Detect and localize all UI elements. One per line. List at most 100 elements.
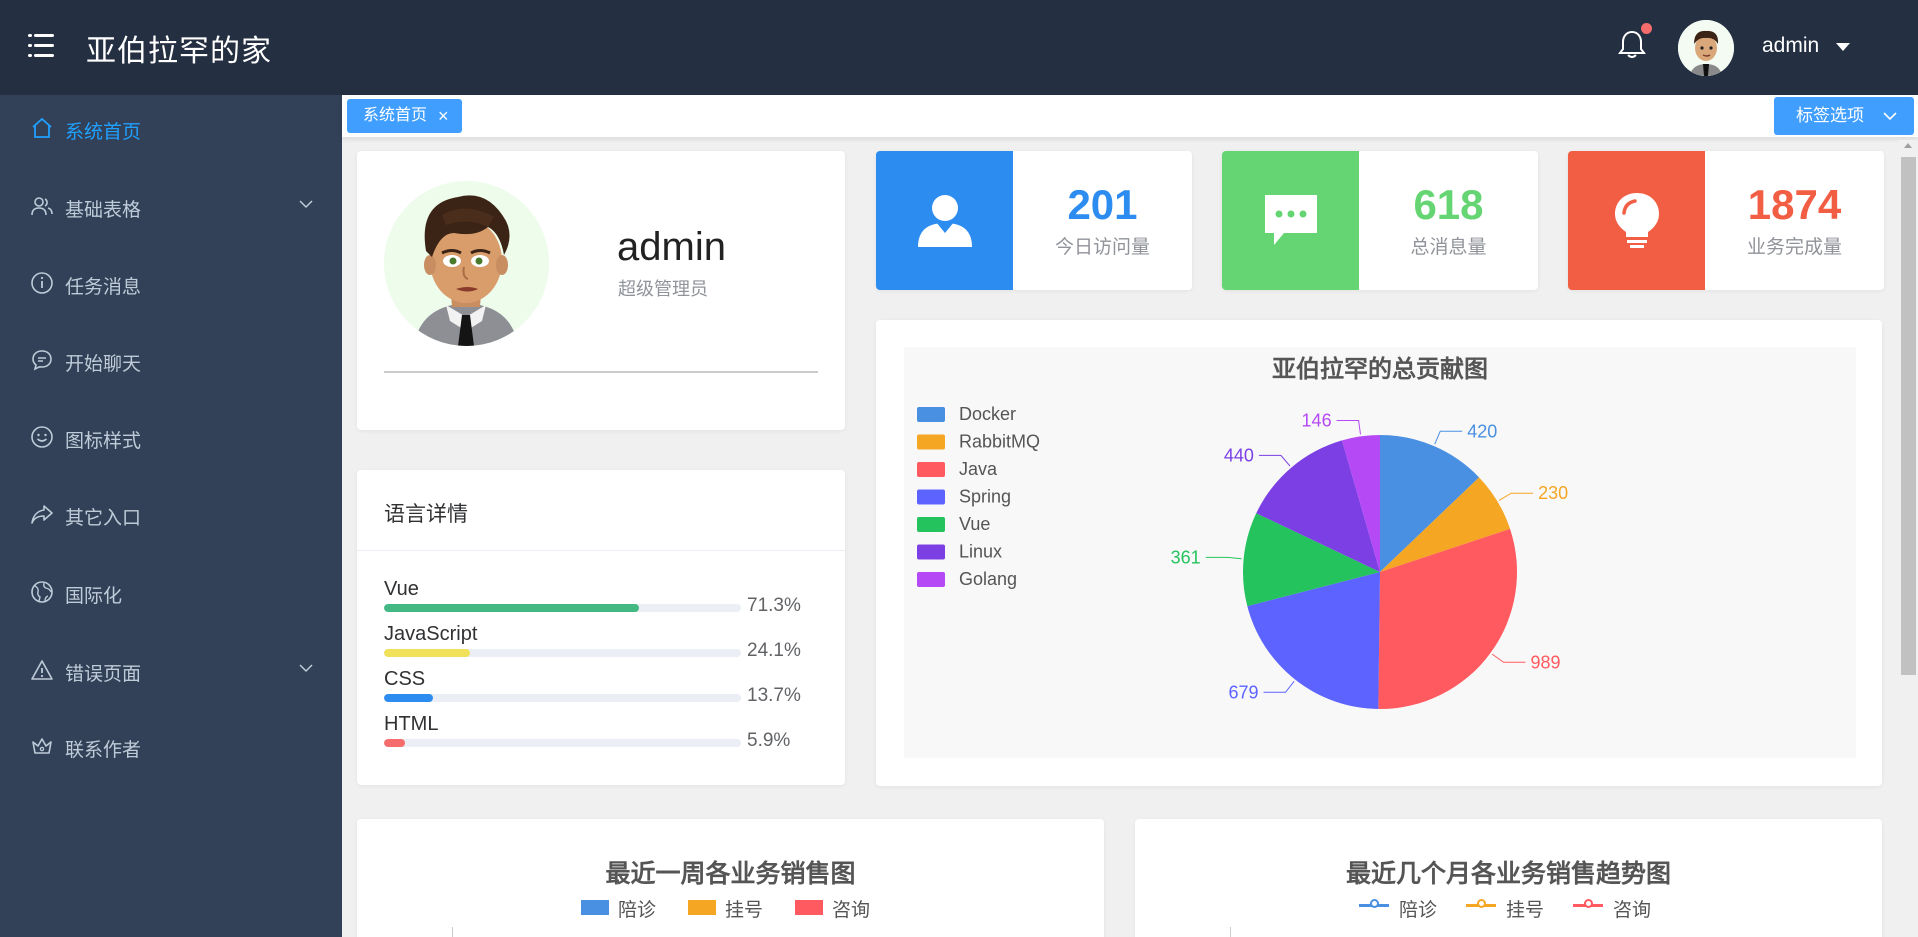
pie-value-label: 989: [1531, 652, 1561, 672]
legend-label[interactable]: Spring: [959, 487, 1011, 507]
app-title: 亚伯拉罕的家: [86, 35, 272, 68]
home-icon: [32, 117, 52, 138]
legend-line: [1359, 899, 1389, 908]
notification-badge: [1641, 23, 1652, 34]
sidebar-item-label: 系统首页: [65, 122, 142, 143]
stat-label: 业务完成量: [1746, 237, 1842, 258]
legend-swatch[interactable]: [917, 462, 945, 477]
users-icon: [31, 197, 53, 216]
sidebar-item-errors[interactable]: 错误页面: [0, 640, 342, 700]
chevron-down-icon: [299, 200, 313, 209]
sidebar-item-label: 开始聊天: [65, 354, 142, 375]
language-details-card: 语言详情 Vue 71.3% JavaScript 24.1% CSS 13.7…: [357, 470, 845, 785]
sidebar-item-messages[interactable]: 任务消息: [0, 253, 342, 313]
pie-label-line: [1491, 653, 1526, 663]
stat-icon-box: [876, 151, 1013, 290]
legend-label[interactable]: Linux: [959, 542, 1002, 562]
scrollbar-thumb[interactable]: [1901, 157, 1916, 675]
stat-value: 1874: [1747, 181, 1842, 228]
sidebar-item-i18n[interactable]: 国际化: [0, 562, 342, 622]
progress-track: [384, 604, 741, 612]
pie-value-label: 440: [1224, 445, 1254, 465]
legend-swatch[interactable]: [917, 407, 945, 422]
sidebar-item-chat[interactable]: 开始聊天: [0, 330, 342, 390]
scroll-up-arrow-icon[interactable]: [1904, 143, 1912, 148]
top-header: 亚伯拉罕的家 admin: [0, 0, 1918, 95]
username-dropdown[interactable]: admin: [1762, 34, 1819, 58]
legend-label[interactable]: RabbitMQ: [959, 432, 1040, 452]
pie-value-label: 420: [1467, 421, 1497, 441]
legend-line: [1466, 899, 1496, 908]
legend-label[interactable]: Docker: [959, 404, 1016, 424]
stat-value: 618: [1413, 181, 1484, 228]
pie-chart-area: 亚伯拉罕的总贡献图 420 Docker 230 RabbitMQ 989 Java 679…: [904, 347, 1856, 758]
progress-fill: [384, 649, 471, 657]
menu-collapse-icon[interactable]: [28, 34, 54, 58]
stat-icon-box: [1222, 151, 1359, 290]
y-axis: [452, 927, 453, 937]
legend-swatch[interactable]: [917, 544, 945, 560]
chevron-down-icon: [1883, 112, 1897, 121]
language-name: HTML: [384, 713, 439, 735]
stat-card-completed: 1874 业务完成量: [1568, 151, 1884, 290]
chevron-down-icon: [299, 664, 313, 673]
tag-options-label: 标签选项: [1796, 106, 1864, 125]
progress-track: [384, 739, 741, 747]
language-percent: 71.3%: [747, 595, 801, 616]
sidebar-item-label: 错误页面: [65, 664, 142, 685]
stat-label: 今日访问量: [1054, 237, 1150, 258]
sidebar-item-label: 其它入口: [65, 508, 142, 529]
sidebar-item-label: 基础表格: [65, 200, 142, 221]
header-avatar[interactable]: [1678, 20, 1734, 76]
legend-swatch: [581, 900, 609, 915]
legend-label[interactable]: Java: [959, 459, 998, 479]
chart-title: 亚伯拉罕的总贡献图: [1272, 355, 1488, 383]
sidebar-item-tables[interactable]: 基础表格: [0, 176, 342, 236]
chart-legend: 陪诊 挂号 咨询: [357, 895, 1104, 921]
legend-marker: [1584, 899, 1593, 908]
legend-swatch[interactable]: [917, 434, 945, 450]
legend-label[interactable]: Vue: [959, 514, 990, 534]
y-axis: [1230, 927, 1231, 937]
legend-swatch[interactable]: [917, 517, 945, 532]
stat-card-messages: 618 总消息量: [1222, 151, 1538, 290]
legend-swatch: [688, 900, 716, 915]
divider: [357, 550, 845, 551]
pie-label-line: [1263, 680, 1295, 693]
chart-legend: 陪诊 挂号 咨询: [1135, 895, 1882, 921]
legend-marker: [1370, 899, 1379, 908]
sidebar-item-contact[interactable]: 联系作者: [0, 716, 342, 776]
legend-label[interactable]: Golang: [959, 569, 1017, 589]
monthly-trend-line-card: 最近几个月各业务销售趋势图 陪诊 挂号 咨询: [1135, 819, 1882, 937]
tag-options-dropdown[interactable]: 标签选项: [1774, 97, 1914, 135]
legend-swatch[interactable]: [917, 572, 945, 587]
chat-icon: [32, 350, 52, 371]
pie-value-label: 230: [1538, 483, 1568, 503]
user-icon: [918, 195, 972, 247]
legend-label: 挂号: [725, 900, 764, 921]
pie-value-label: 679: [1228, 682, 1258, 702]
legend-swatch[interactable]: [917, 489, 945, 505]
lightbulb-icon: [1615, 193, 1659, 248]
sidebar-item-label: 国际化: [65, 586, 123, 607]
stat-value: 201: [1067, 181, 1138, 228]
sidebar-item-icons[interactable]: 图标样式: [0, 407, 342, 467]
share-icon: [31, 505, 53, 524]
progress-track: [384, 649, 741, 657]
progress-fill: [384, 739, 406, 747]
progress-fill: [384, 694, 433, 702]
tag-label: 系统首页: [363, 107, 428, 124]
tag-home[interactable]: 系统首页 ×: [347, 99, 462, 133]
sidebar-item-home[interactable]: 系统首页: [0, 98, 342, 158]
legend-marker: [1477, 899, 1486, 908]
sidebar-item-other[interactable]: 其它入口: [0, 484, 342, 544]
user-role: 超级管理员: [618, 279, 708, 299]
language-percent: 5.9%: [747, 730, 791, 751]
caret-down-icon[interactable]: [1836, 43, 1850, 51]
globe-icon: [31, 581, 53, 603]
legend-label: 陪诊: [618, 900, 657, 921]
pie-value-label: 146: [1302, 411, 1332, 431]
sidebar: 系统首页 基础表格 任务消息 开始聊天 图标样式 其它入口 国际化 错误页面 联…: [0, 95, 342, 937]
close-icon[interactable]: ×: [438, 99, 449, 133]
crown-icon: [32, 738, 52, 754]
